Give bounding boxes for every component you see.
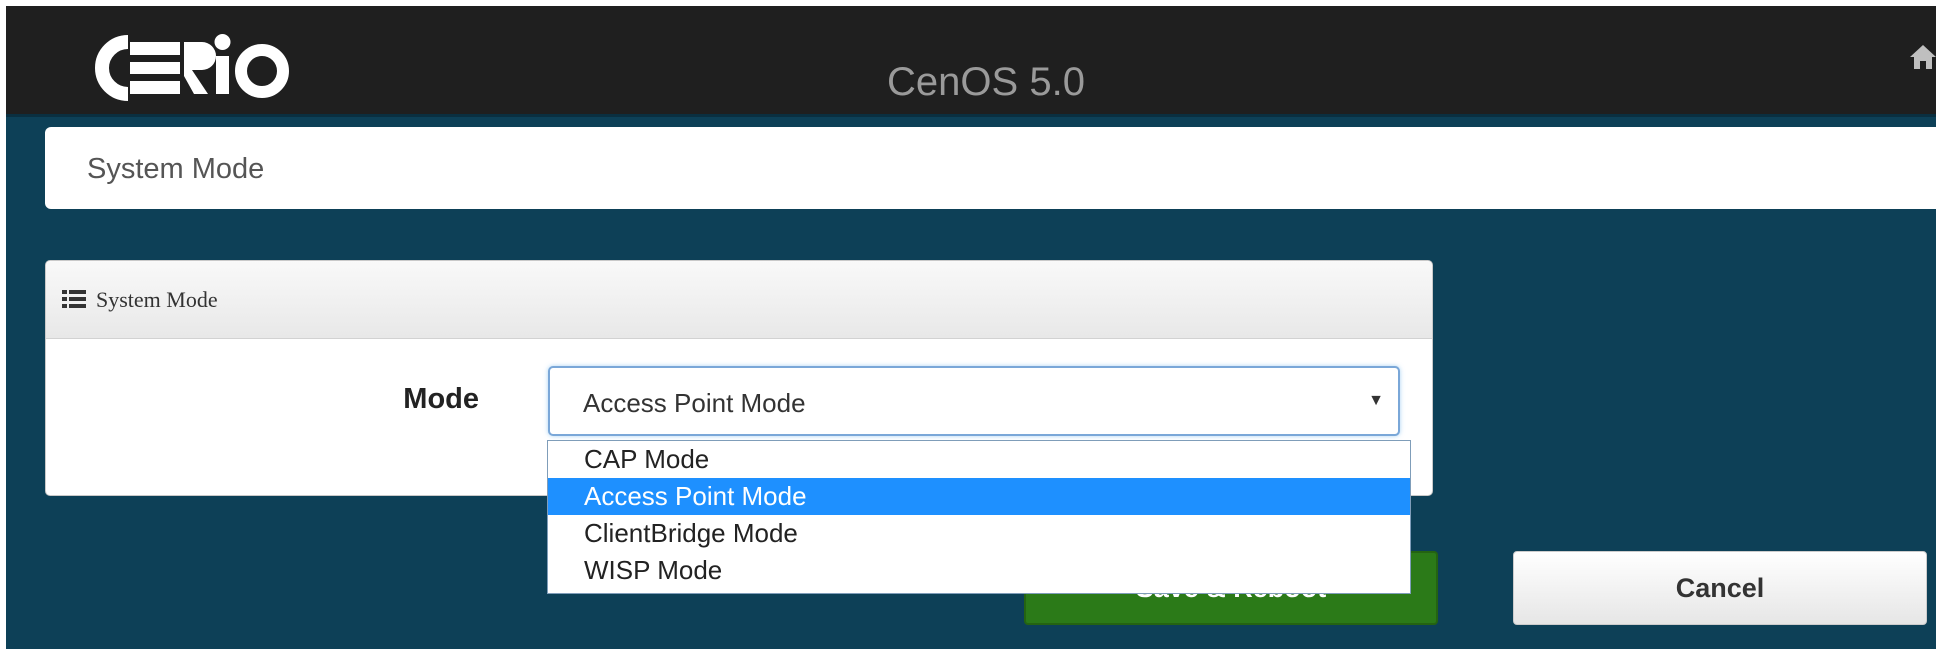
panel-header: System Mode [46, 261, 1432, 339]
cancel-button[interactable]: Cancel [1513, 551, 1927, 625]
app-title: CenOS 5.0 [887, 60, 1085, 104]
mode-select-value: Access Point Mode [583, 388, 806, 418]
mode-dropdown-list: CAP Mode Access Point Mode ClientBridge … [547, 440, 1411, 594]
option-access-point-mode[interactable]: Access Point Mode [548, 478, 1410, 515]
breadcrumb: System Mode [45, 127, 1936, 209]
list-icon [62, 290, 86, 308]
breadcrumb-title: System Mode [87, 153, 265, 185]
top-header-bar: CenOS 5.0 [6, 6, 1936, 117]
panel-title: System Mode [96, 287, 218, 312]
option-wisp-mode[interactable]: WISP Mode [548, 552, 1410, 589]
option-clientbridge-mode[interactable]: ClientBridge Mode [548, 515, 1410, 552]
app-frame: CenOS 5.0 System Mode System Mode Mode A… [6, 6, 1936, 649]
option-cap-mode[interactable]: CAP Mode [548, 441, 1410, 478]
mode-select[interactable]: Access Point Mode ▼ [548, 366, 1400, 436]
cerio-logo [84, 28, 294, 108]
home-icon[interactable] [1908, 42, 1936, 72]
mode-label: Mode [403, 383, 479, 415]
dropdown-arrow-icon[interactable]: ▼ [1368, 392, 1384, 410]
